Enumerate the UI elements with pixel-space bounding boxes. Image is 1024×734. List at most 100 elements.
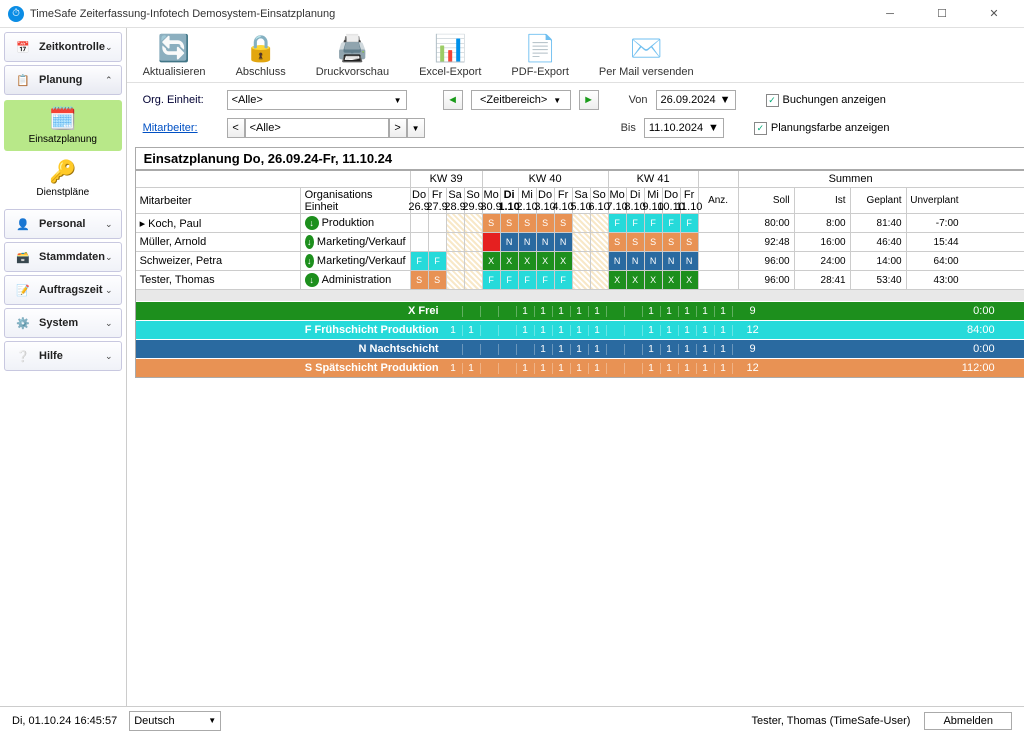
schedule-cell[interactable]: F [627,214,645,232]
schedule-cell[interactable]: X [519,252,537,270]
schedule-cell[interactable] [483,233,501,251]
schedule-cell[interactable]: S [627,233,645,251]
employee-select[interactable]: <Alle> [245,118,389,138]
schedule-cell[interactable]: N [681,252,699,270]
employee-row[interactable]: Tester, Thomas ↓Administration SSFFFFFXX… [136,270,1024,289]
schedule-cell[interactable] [573,252,591,270]
schedule-cell[interactable]: N [537,233,555,251]
schedule-cell[interactable] [591,214,609,232]
schedule-cell[interactable]: S [483,214,501,232]
schedule-cell[interactable]: X [663,271,681,289]
schedule-cell[interactable]: F [429,252,447,270]
schedule-cell[interactable]: F [501,271,519,289]
employee-prev[interactable]: < [227,118,245,138]
org-unit-select[interactable]: <Alle>▼ [227,90,407,110]
schedule-cell[interactable]: X [627,271,645,289]
schedule-cell[interactable]: S [519,214,537,232]
schedule-cell[interactable]: X [483,252,501,270]
schedule-cell[interactable]: N [663,252,681,270]
schedule-cell[interactable] [411,233,429,251]
close-button[interactable]: ✕ [972,0,1016,28]
sidebar-item-personal[interactable]: 👤Personal⌄ [4,209,122,239]
schedule-cell[interactable]: F [645,214,663,232]
sidebar-item-planung[interactable]: 📋Planung⌃ [4,65,122,95]
schedule-cell[interactable]: F [663,214,681,232]
schedule-cell[interactable]: S [609,233,627,251]
schedule-cell[interactable] [573,271,591,289]
sidebar-item-system[interactable]: ⚙️System⌄ [4,308,122,338]
language-select[interactable]: Deutsch▼ [129,711,221,731]
schedule-cell[interactable] [573,214,591,232]
schedule-cell[interactable] [591,271,609,289]
schedule-cell[interactable] [465,271,483,289]
excel-export-button[interactable]: 📊Excel-Export [419,32,481,78]
schedule-cell[interactable]: N [645,252,663,270]
schedule-cell[interactable]: N [609,252,627,270]
sidebar-item-hilfe[interactable]: ❔Hilfe⌄ [4,341,122,371]
schedule-cell[interactable] [411,214,429,232]
mail-button[interactable]: ✉️Per Mail versenden [599,32,694,78]
schedule-cell[interactable]: S [429,271,447,289]
schedule-cell[interactable]: S [537,214,555,232]
schedule-cell[interactable] [465,214,483,232]
sidebar-item-stammdaten[interactable]: 🗃️Stammdaten⌄ [4,242,122,272]
next-range-button[interactable]: ► [579,90,599,110]
time-range-select[interactable]: <Zeitbereich>▼ [471,90,571,110]
schedule-cell[interactable] [447,271,465,289]
schedule-cell[interactable]: F [483,271,501,289]
schedule-cell[interactable]: F [411,252,429,270]
to-date-input[interactable]: 11.10.2024▼ [644,118,724,138]
schedule-cell[interactable]: F [681,214,699,232]
schedule-cell[interactable] [465,233,483,251]
employee-row[interactable]: Schweizer, Petra ↓Marketing/Verkauf FFXX… [136,251,1024,270]
employee-link[interactable]: Mitarbeiter: [143,122,219,134]
schedule-cell[interactable]: X [501,252,519,270]
schedule-cell[interactable]: F [537,271,555,289]
schedule-cell[interactable]: X [645,271,663,289]
prev-range-button[interactable]: ◄ [443,90,463,110]
schedule-cell[interactable]: X [555,252,573,270]
schedule-cell[interactable]: F [609,214,627,232]
minimize-button[interactable]: ─ [868,0,912,28]
schedule-cell[interactable]: S [645,233,663,251]
logout-button[interactable]: Abmelden [924,712,1012,730]
sidebar-item-auftragszeit[interactable]: 📝Auftragszeit⌄ [4,275,122,305]
refresh-button[interactable]: 🔄Aktualisieren [143,32,206,78]
schedule-cell[interactable]: X [609,271,627,289]
bookings-checkbox[interactable]: ✓ [766,94,779,107]
from-date-input[interactable]: 26.09.2024▼ [656,90,736,110]
schedule-cell[interactable] [447,252,465,270]
schedule-cell[interactable] [591,233,609,251]
color-checkbox[interactable]: ✓ [754,122,767,135]
employee-dd[interactable]: ▼ [407,118,425,138]
schedule-cell[interactable]: N [519,233,537,251]
schedule-cell[interactable] [465,252,483,270]
schedule-cell[interactable]: F [519,271,537,289]
schedule-cell[interactable]: S [555,214,573,232]
schedule-cell[interactable] [573,233,591,251]
schedule-cell[interactable]: N [501,233,519,251]
sidebar-sub-einsatzplanung[interactable]: 🗓️Einsatzplanung [4,100,122,151]
employee-next[interactable]: > [389,118,407,138]
employee-row[interactable]: ▸ Koch, Paul ↓Produktion SSSSSFFFFF 80:0… [136,213,1024,232]
schedule-cell[interactable] [447,233,465,251]
maximize-button[interactable]: ☐ [920,0,964,28]
pdf-export-button[interactable]: 📄PDF-Export [511,32,568,78]
schedule-cell[interactable]: N [627,252,645,270]
employee-row[interactable]: Müller, Arnold ↓Marketing/Verkauf NNNNSS… [136,232,1024,251]
schedule-cell[interactable]: F [555,271,573,289]
schedule-cell[interactable] [429,214,447,232]
schedule-cell[interactable] [591,252,609,270]
schedule-cell[interactable]: S [411,271,429,289]
schedule-cell[interactable]: S [681,233,699,251]
schedule-cell[interactable] [429,233,447,251]
schedule-cell[interactable]: X [681,271,699,289]
print-preview-button[interactable]: 🖨️Druckvorschau [316,32,389,78]
schedule-cell[interactable]: X [537,252,555,270]
schedule-cell[interactable]: S [663,233,681,251]
schedule-cell[interactable] [447,214,465,232]
sidebar-item-zeitkontrolle[interactable]: 📅Zeitkontrolle⌄ [4,32,122,62]
close-period-button[interactable]: 🔒Abschluss [236,32,286,78]
schedule-cell[interactable]: N [555,233,573,251]
schedule-cell[interactable]: S [501,214,519,232]
